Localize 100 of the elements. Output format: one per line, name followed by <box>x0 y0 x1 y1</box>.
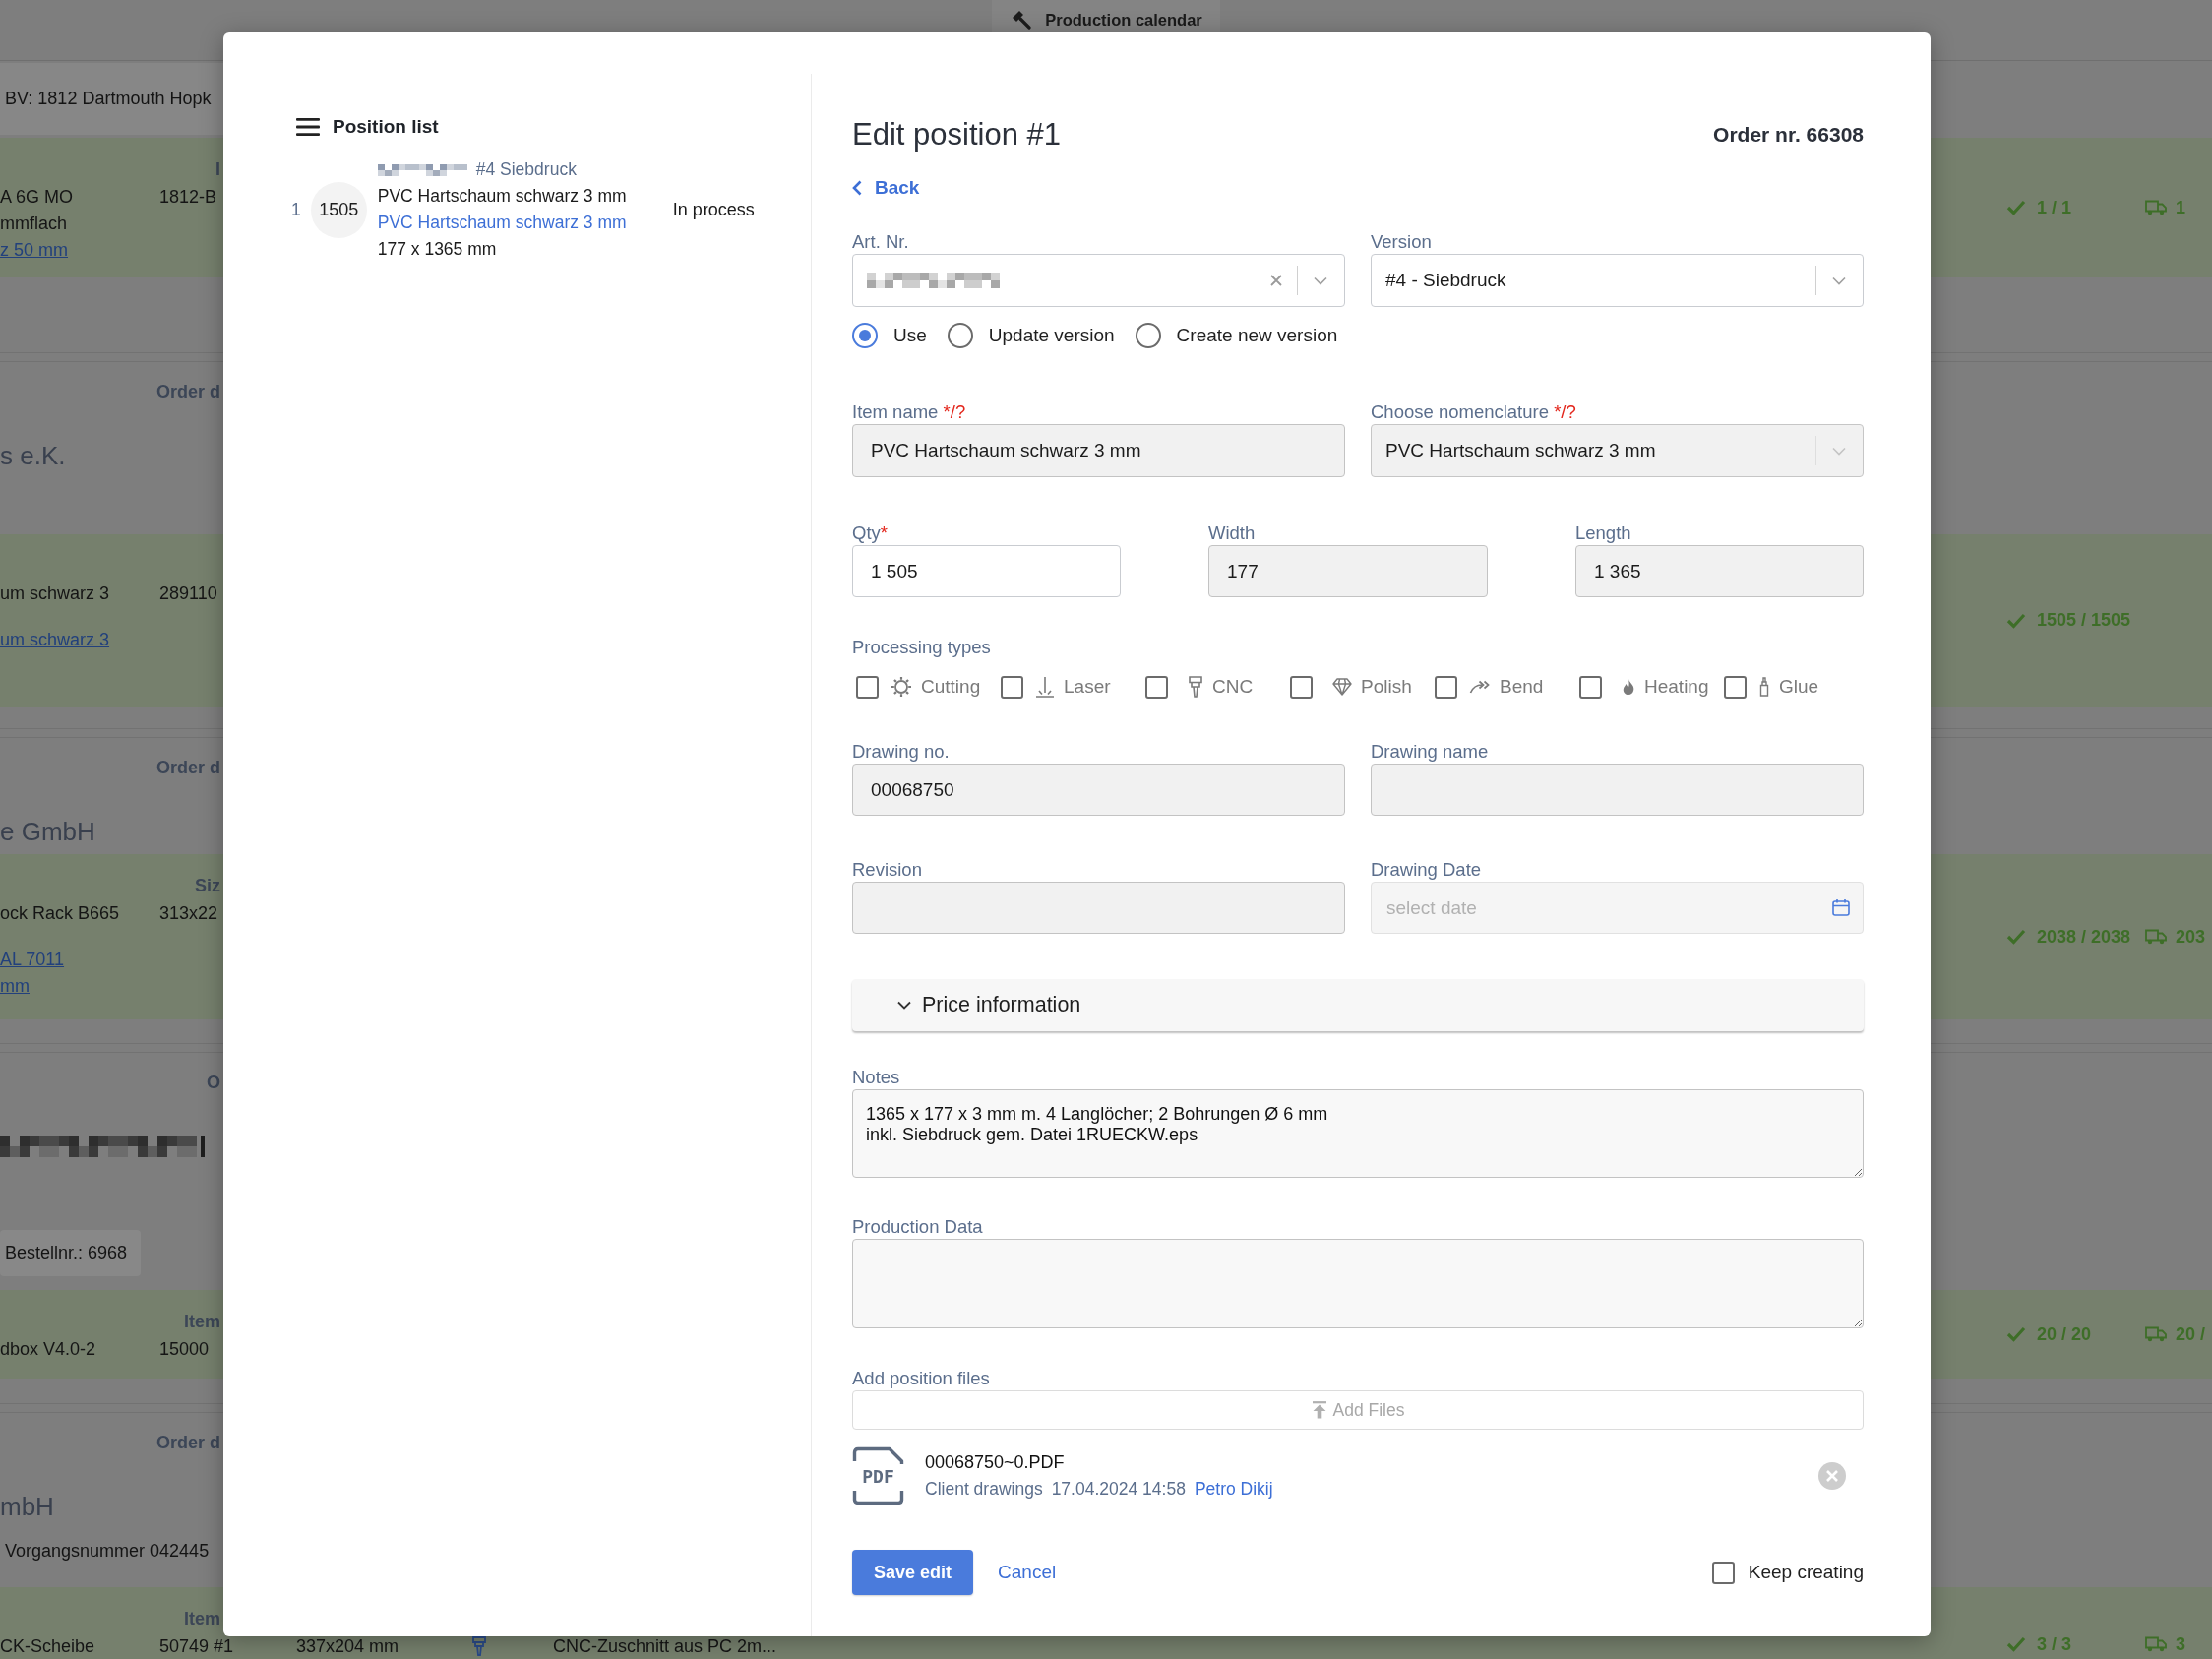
position-name-text: um schwarz 3 <box>0 584 110 603</box>
checkbox-label[interactable]: Cutting <box>921 676 981 698</box>
column-value: 15000 <box>159 1339 210 1359</box>
version-text: #4 Siebdruck <box>475 159 577 180</box>
drill-bit-icon <box>472 1636 486 1656</box>
menu-icon[interactable] <box>296 118 320 136</box>
field-label: Add position files <box>852 1367 990 1390</box>
date-picker-field[interactable]: select date <box>1371 882 1864 934</box>
material-link[interactable]: z 50 mm <box>0 240 68 260</box>
file-category: Client drawings <box>925 1478 1043 1501</box>
field-label: Version <box>1371 230 1432 254</box>
drill-bit-icon <box>1188 676 1203 698</box>
position-name-text: mmflach <box>0 214 67 233</box>
truck-icon <box>2145 1636 2167 1652</box>
field-label: Revision <box>852 858 922 882</box>
quantity-input[interactable]: 1 505 <box>852 545 1121 597</box>
field-label: Drawing name <box>1371 740 1489 764</box>
production-calendar-tab[interactable]: Production calendar <box>992 0 1220 32</box>
checkbox-label[interactable]: Bend <box>1500 676 1544 698</box>
completed-count: 1505 / 1505 <box>2037 610 2131 631</box>
checkbox[interactable] <box>1724 675 1747 699</box>
dialog-title: Edit position #1 <box>852 116 1061 154</box>
customer-name: e GmbH <box>0 816 95 848</box>
order-label: Order d <box>156 381 220 403</box>
order-number-tag: Bestellnr.: 6968 <box>0 1230 142 1276</box>
position-name-text: CK-Scheibe <box>0 1636 95 1656</box>
shipped-count: 203 <box>2176 926 2206 948</box>
clear-icon[interactable] <box>1270 275 1282 286</box>
field-label: Notes <box>852 1066 900 1089</box>
customer-name: mbH <box>0 1491 54 1523</box>
completed-count: 20 / 20 <box>2037 1323 2092 1345</box>
radio-button[interactable] <box>852 323 878 348</box>
column-label: Item <box>184 1312 220 1331</box>
field-label: Width <box>1208 522 1256 545</box>
hammer-icon <box>1012 10 1032 30</box>
nomenclature-link[interactable]: PVC Hartschaum schwarz 3 mm <box>377 210 627 236</box>
diamond-icon <box>1332 678 1352 696</box>
radio-label[interactable]: Update version <box>988 325 1115 346</box>
add-files-button[interactable]: Add Files <box>852 1390 1864 1430</box>
check-icon <box>2006 1636 2026 1652</box>
completed-count: 3 / 3 <box>2037 1633 2072 1655</box>
position-name-text: ock Rack B665 <box>0 903 120 923</box>
save-button[interactable]: Save edit <box>852 1550 974 1595</box>
checkbox-label[interactable]: Laser <box>1064 676 1111 698</box>
position-name-text: A 6G MO <box>0 187 74 207</box>
column-value: 50749 #1 <box>159 1636 234 1656</box>
shipped-count: 3 <box>2176 1633 2185 1655</box>
file-date: 17.04.2024 14:58 <box>1051 1478 1186 1501</box>
field-label: Choose nomenclature */? <box>1371 400 1576 424</box>
notes-textarea[interactable]: 1365 x 177 x 3 mm m. 4 Langlöcher; 2 Bohrungen Ø 6 mm inkl. Siebdruck gem. Datei 1RUECKW.eps <box>852 1089 1864 1178</box>
shipped-count: 20 / <box>2176 1323 2206 1345</box>
quantity-badge: 1505 <box>310 181 367 238</box>
truck-icon <box>2145 1326 2167 1342</box>
cancel-link[interactable]: Cancel <box>998 1562 1057 1583</box>
status-text: In process <box>672 199 755 220</box>
material-link[interactable]: mm <box>0 976 30 996</box>
calendar-icon[interactable] <box>1832 898 1850 916</box>
material-link[interactable]: um schwarz 3 <box>0 630 110 649</box>
field-label: Art. Nr. <box>852 230 909 254</box>
truck-icon <box>2145 929 2167 945</box>
checkbox[interactable] <box>1711 1561 1735 1584</box>
column-value: 313x22 <box>159 903 218 923</box>
author-link[interactable]: Petro Dikij <box>1194 1476 1273 1503</box>
customer-name: s e.K. <box>0 440 66 472</box>
column-label: Item <box>184 1609 220 1628</box>
checkbox-label[interactable]: CNC <box>1212 676 1254 698</box>
price-information-panel[interactable]: Price information <box>852 979 1864 1031</box>
checkbox-label[interactable]: Glue <box>1779 676 1819 698</box>
truck-icon <box>2145 200 2167 215</box>
check-icon <box>2006 929 2026 945</box>
version-select[interactable]: #4 - Siebdruck <box>1371 254 1864 307</box>
radio-button[interactable] <box>1135 323 1161 348</box>
radio-label[interactable]: Use <box>893 325 927 346</box>
checkbox[interactable] <box>1579 675 1602 699</box>
back-link[interactable]: Back <box>852 176 920 200</box>
processing-note: CNC-Zuschnitt aus PC 2m... <box>553 1636 777 1656</box>
check-icon <box>2006 200 2026 215</box>
column-value: 289110 <box>159 584 217 603</box>
check-icon <box>2006 612 2026 629</box>
radio-button[interactable] <box>947 323 973 348</box>
reference-text: Vorgangsnummer 042445 <box>5 1540 210 1563</box>
order-number: Order nr. 66308 <box>1713 123 1864 147</box>
checkbox-label[interactable]: Heating <box>1644 676 1709 698</box>
column-value: 1812-B <box>159 187 217 207</box>
material-link[interactable]: AL 7011 <box>0 950 65 969</box>
checkbox[interactable] <box>856 675 879 699</box>
checkbox[interactable] <box>1145 675 1168 699</box>
laser-beam-icon <box>1035 676 1055 698</box>
checkbox-label[interactable]: Keep creating <box>1748 1562 1864 1583</box>
checkbox-label[interactable]: Polish <box>1361 676 1412 698</box>
checkbox[interactable] <box>1001 675 1023 699</box>
checkbox[interactable] <box>1435 675 1457 699</box>
completed-count: 2038 / 2038 <box>2037 926 2131 948</box>
checkbox[interactable] <box>1290 675 1313 699</box>
column-label: Siz <box>195 876 220 895</box>
curved-arrow-icon <box>1469 680 1491 694</box>
flame-icon <box>1622 678 1635 696</box>
field-label: Qty* <box>852 522 888 545</box>
radio-label[interactable]: Create new version <box>1176 325 1338 346</box>
column-value: 337x204 mm <box>296 1636 399 1656</box>
